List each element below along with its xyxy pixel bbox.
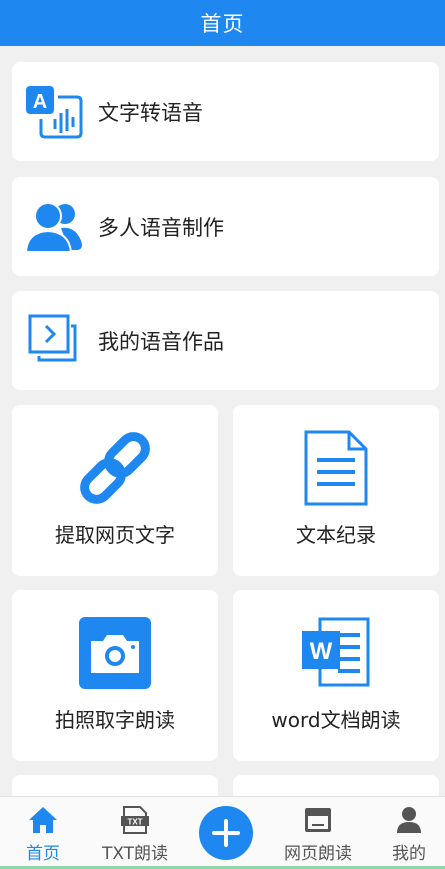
tab-web-read[interactable]: 网页朗读 xyxy=(273,797,363,869)
tab-txt-read-label: TXT朗读 xyxy=(101,844,169,864)
text-record-label: 文本纪录 xyxy=(296,523,376,547)
my-works-icon xyxy=(25,312,83,370)
my-works-label: 我的语音作品 xyxy=(98,329,224,354)
extract-web-text-card[interactable]: 提取网页文字 xyxy=(12,405,218,576)
word-read-card[interactable]: W word文档朗读 xyxy=(233,590,439,761)
tab-mine-label: 我的 xyxy=(392,844,426,864)
document-icon xyxy=(233,430,439,506)
txt-file-icon: TXT xyxy=(120,805,150,835)
tab-bar: 首页 TXT TXT朗读 网页朗读 我的 xyxy=(0,796,445,869)
photo-read-label: 拍照取字朗读 xyxy=(55,708,175,732)
people-icon xyxy=(25,198,83,256)
svg-text:A: A xyxy=(33,91,47,113)
tab-txt-read[interactable]: TXT TXT朗读 xyxy=(90,797,180,869)
home-icon xyxy=(28,805,58,835)
svg-text:W: W xyxy=(310,638,333,665)
word-icon: W xyxy=(233,616,439,690)
camera-icon xyxy=(12,616,218,690)
tab-mine[interactable]: 我的 xyxy=(364,797,445,869)
extract-web-text-label: 提取网页文字 xyxy=(55,523,175,547)
link-icon xyxy=(12,431,218,505)
multi-voice-card[interactable]: 多人语音制作 xyxy=(12,177,439,276)
tab-home-label: 首页 xyxy=(26,844,60,864)
text-to-speech-label: 文字转语音 xyxy=(98,100,203,125)
tab-home[interactable]: 首页 xyxy=(0,797,88,869)
add-icon xyxy=(212,819,240,847)
my-works-card[interactable]: 我的语音作品 xyxy=(12,291,439,390)
svg-text:TXT: TXT xyxy=(127,818,142,827)
multi-voice-label: 多人语音制作 xyxy=(98,215,224,240)
add-button[interactable] xyxy=(199,806,253,860)
user-icon xyxy=(396,805,422,835)
photo-read-card[interactable]: 拍照取字朗读 xyxy=(12,590,218,761)
tab-web-read-label: 网页朗读 xyxy=(284,844,352,864)
text-to-speech-card[interactable]: A 文字转语音 xyxy=(12,62,439,161)
page-title: 首页 xyxy=(200,12,245,36)
browser-window-icon xyxy=(304,805,332,835)
text-record-card[interactable]: 文本纪录 xyxy=(233,405,439,576)
header-bar: 首页 xyxy=(0,0,445,46)
text-to-speech-icon: A xyxy=(25,83,83,141)
word-read-label: word文档朗读 xyxy=(271,708,401,732)
